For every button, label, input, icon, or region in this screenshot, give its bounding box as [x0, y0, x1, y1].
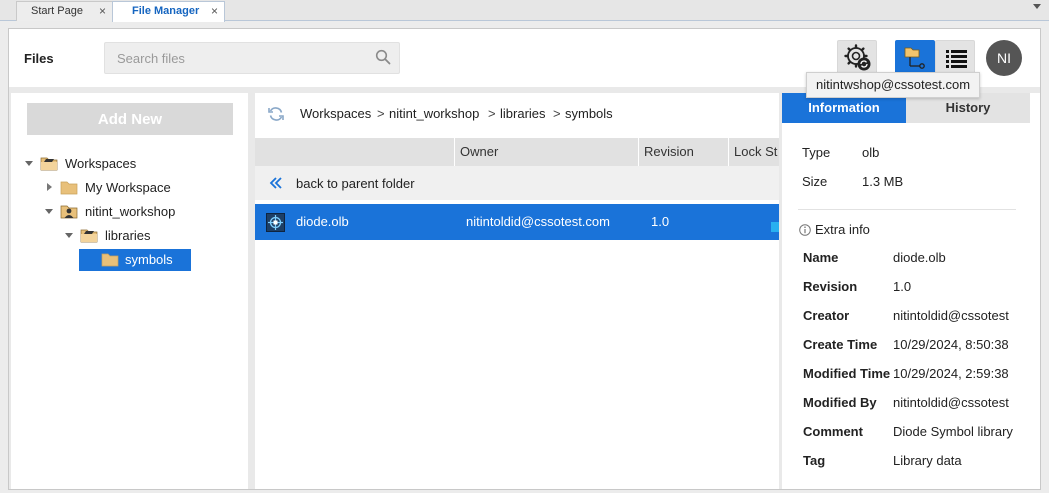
back-to-parent-row[interactable]: back to parent folder: [255, 166, 779, 200]
extra-value-revision: 1.0: [893, 279, 912, 294]
file-owner: nitintoldid@cssotest.com: [466, 214, 610, 229]
add-new-button[interactable]: Add New: [27, 103, 233, 135]
olb-file-icon: [266, 213, 285, 232]
tree-item-label: nitint_workshop: [85, 204, 176, 219]
user-email-tooltip: nitintwshop@cssotest.com: [806, 72, 981, 98]
table-row[interactable]: diode.olb nitintoldid@cssotest.com 1.0: [255, 204, 779, 240]
tree-item-my-workspace[interactable]: My Workspace: [45, 177, 225, 199]
breadcrumb-item[interactable]: symbols: [565, 106, 613, 121]
folder-tree-panel: Add New Workspaces My Workspace nitint_w…: [11, 93, 248, 489]
tree-view-icon: [904, 47, 925, 69]
column-header-lock-status[interactable]: Lock St: [728, 138, 779, 166]
document-tab-strip: Start Page × File Manager ×: [0, 0, 1049, 22]
tab-start-page[interactable]: Start Page ×: [16, 1, 113, 21]
close-icon[interactable]: ×: [211, 2, 218, 20]
lock-status-indicator: [771, 222, 779, 232]
search-input[interactable]: [105, 43, 355, 73]
breadcrumb-item[interactable]: libraries: [500, 106, 546, 121]
extra-key-tag: Tag: [803, 453, 826, 468]
tree-item-label: libraries: [105, 228, 151, 243]
back-to-parent-label: back to parent folder: [296, 176, 415, 191]
file-revision: 1.0: [651, 214, 670, 229]
refresh-icon[interactable]: [267, 105, 285, 123]
list-view-icon: [946, 50, 967, 68]
extra-info-heading: Extra info: [815, 222, 870, 237]
settings-sync-button[interactable]: [837, 40, 877, 74]
file-list-panel: Workspaces > nitint_workshop > libraries…: [255, 93, 779, 489]
extra-value-create-time: 10/29/2024, 8:50:38: [893, 337, 1009, 352]
extra-key-create-time: Create Time: [803, 337, 878, 352]
extra-value-name: diode.olb: [893, 250, 946, 265]
breadcrumb-separator: >: [377, 106, 385, 121]
settings-sync-icon: [844, 44, 871, 71]
tab-overflow-chevron-down-icon[interactable]: [1033, 4, 1041, 9]
details-panel: Information History Type olb Size 1.3 MB…: [782, 93, 1040, 489]
extra-value-modified-by: nitintoldid@cssotest: [893, 395, 1009, 410]
tab-label: Start Page: [31, 5, 83, 17]
extra-value-creator: nitintoldid@cssotest: [893, 308, 1009, 323]
tree-item-label: My Workspace: [85, 180, 171, 195]
double-chevron-left-icon: [269, 177, 282, 189]
open-folder-icon: [80, 229, 98, 243]
extra-value-comment: Diode Symbol library: [893, 424, 1013, 439]
tab-file-manager[interactable]: File Manager ×: [112, 1, 225, 22]
tree-item-workspaces[interactable]: Workspaces: [25, 153, 225, 175]
page-title: Files: [24, 51, 54, 66]
file-manager-window: Files Search files NI nitintwshop@cssote…: [8, 28, 1041, 490]
summary-key-type: Type: [802, 145, 831, 160]
extra-key-modified-time: Modified Time: [803, 366, 891, 381]
breadcrumb-item[interactable]: nitint_workshop: [389, 106, 479, 121]
shared-folder-icon: [60, 205, 78, 219]
extra-key-name: Name: [803, 250, 839, 265]
tree-item-symbols[interactable]: symbols: [79, 249, 191, 271]
breadcrumb-item[interactable]: Workspaces: [300, 106, 371, 121]
breadcrumb-separator: >: [488, 106, 496, 121]
extra-key-revision: Revision: [803, 279, 858, 294]
extra-key-modified-by: Modified By: [803, 395, 877, 410]
extra-value-modified-time: 10/29/2024, 2:59:38: [893, 366, 1009, 381]
summary-value-type: olb: [862, 145, 880, 160]
search-box: [104, 42, 400, 74]
tree-view-button[interactable]: [895, 40, 935, 74]
expand-arrow-icon[interactable]: [25, 161, 33, 166]
avatar[interactable]: NI: [986, 40, 1022, 76]
close-icon[interactable]: ×: [99, 2, 106, 20]
collapse-arrow-icon[interactable]: [47, 183, 52, 191]
summary-key-size: Size: [802, 174, 828, 189]
tree-item-nitint-workshop[interactable]: nitint_workshop: [45, 201, 225, 223]
tree-item-label: symbols: [125, 252, 173, 267]
open-folder-icon: [40, 157, 58, 171]
expand-arrow-icon[interactable]: [45, 209, 53, 214]
content-area: Add New Workspaces My Workspace nitint_w…: [9, 87, 1040, 489]
list-view-button[interactable]: [935, 40, 975, 74]
summary-value-size: 1.3 MB: [862, 174, 904, 189]
extra-key-comment: Comment: [803, 424, 863, 439]
expand-arrow-icon[interactable]: [65, 233, 73, 238]
table-header: Owner Revision Lock St: [255, 138, 779, 166]
tree-item-libraries[interactable]: libraries: [65, 225, 225, 247]
search-icon[interactable]: [375, 49, 391, 65]
divider: [798, 209, 1016, 210]
column-header-revision[interactable]: Revision: [638, 138, 728, 166]
breadcrumb-separator: >: [553, 106, 561, 121]
breadcrumb: Workspaces > nitint_workshop > libraries…: [255, 93, 779, 133]
file-name: diode.olb: [296, 214, 349, 229]
tab-label: File Manager: [132, 5, 200, 17]
folder-icon: [60, 181, 78, 195]
column-header-owner[interactable]: Owner: [454, 138, 638, 166]
tree-item-label: Workspaces: [65, 156, 137, 171]
extra-value-tag: Library data: [893, 453, 962, 468]
column-header-name[interactable]: [255, 138, 454, 166]
info-icon: [799, 224, 811, 236]
extra-key-creator: Creator: [803, 308, 850, 323]
folder-icon: [101, 253, 119, 267]
